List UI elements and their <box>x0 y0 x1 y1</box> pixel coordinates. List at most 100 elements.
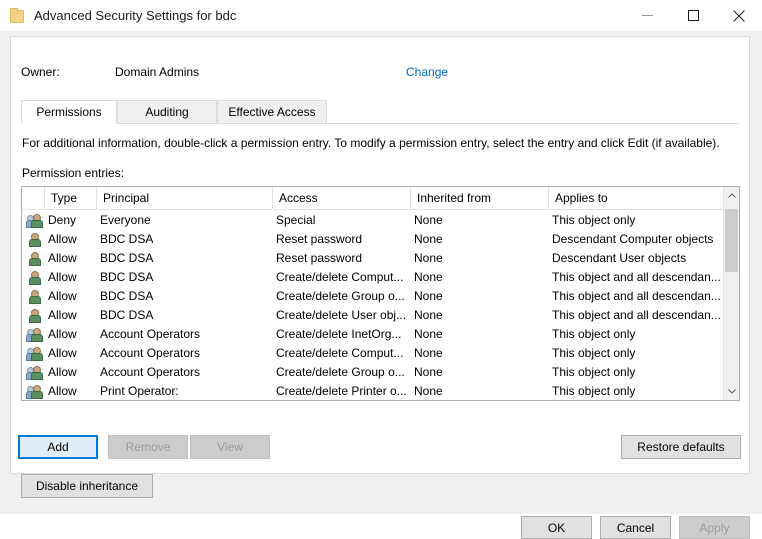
view-button: View <box>190 435 270 459</box>
scroll-up-icon[interactable] <box>724 187 739 204</box>
close-icon[interactable] <box>716 0 762 31</box>
user-icon <box>24 305 44 324</box>
column-header-access[interactable]: Access <box>272 187 410 209</box>
column-header-applies-to[interactable]: Applies to <box>548 187 728 209</box>
user-icon <box>24 267 44 286</box>
cancel-button[interactable]: Cancel <box>600 516 671 539</box>
window-controls <box>624 0 762 31</box>
cell-principal: BDC DSA <box>96 305 272 324</box>
cell-access: Create/delete Printer o... <box>272 381 410 400</box>
title-bar: Advanced Security Settings for bdc <box>0 0 762 31</box>
owner-label: Owner: <box>21 65 60 79</box>
cell-type: Allow <box>44 305 96 324</box>
change-owner-link[interactable]: Change <box>406 65 448 79</box>
list-rows: DenyEveryoneSpecialNoneThis object onlyA… <box>22 210 739 401</box>
cell-applies-to: This object only <box>548 362 728 381</box>
cell-type: Deny <box>44 210 96 229</box>
cell-applies-to: This object and all descendan... <box>548 305 728 324</box>
permission-entries-list[interactable]: Type Principal Access Inherited from App… <box>21 186 740 401</box>
add-button[interactable]: Add <box>18 435 98 459</box>
cell-access: Special <box>272 210 410 229</box>
ok-button[interactable]: OK <box>521 516 592 539</box>
scroll-down-icon[interactable] <box>724 383 739 400</box>
cell-applies-to: Descendant User objects <box>548 248 728 267</box>
user-icon <box>24 286 44 305</box>
tab-auditing[interactable]: Auditing <box>117 100 217 124</box>
maximize-icon[interactable] <box>670 0 716 31</box>
cell-inherited-from: None <box>410 267 548 286</box>
cell-applies-to: This object only <box>548 324 728 343</box>
cell-type: Allow <box>44 362 96 381</box>
cell-access: Create/delete Group o... <box>272 286 410 305</box>
user-icon <box>24 248 44 267</box>
list-header-row: Type Principal Access Inherited from App… <box>22 187 739 210</box>
cell-access: Reset password <box>272 229 410 248</box>
cell-access: Create/delete Comput... <box>272 343 410 362</box>
disable-inheritance-button[interactable]: Disable inheritance <box>21 474 153 498</box>
minimize-icon[interactable] <box>624 0 670 31</box>
table-row[interactable]: AllowBDC DSAReset passwordNoneDescendant… <box>22 229 739 248</box>
cell-applies-to: This object and all descendan... <box>548 286 728 305</box>
tab-effective-access-label: Effective Access <box>228 105 315 119</box>
column-header-inherited-from[interactable]: Inherited from <box>410 187 548 209</box>
cell-type: Allow <box>44 267 96 286</box>
list-scrollbar[interactable] <box>723 187 739 400</box>
permission-entries-label: Permission entries: <box>22 166 124 180</box>
column-header-type[interactable]: Type <box>44 187 96 209</box>
table-row[interactable]: AllowAccount OperatorsCreate/delete Grou… <box>22 362 739 381</box>
cell-principal: BDC DSA <box>96 229 272 248</box>
cell-inherited-from: None <box>410 229 548 248</box>
cell-applies-to: Descendant Computer objects <box>548 229 728 248</box>
cell-principal: BDC DSA <box>96 248 272 267</box>
cell-inherited-from: None <box>410 248 548 267</box>
cell-access: Create/delete User obj... <box>272 305 410 324</box>
tab-permissions-label: Permissions <box>36 105 101 119</box>
cell-principal: BDC DSA <box>96 267 272 286</box>
user-icon <box>24 229 44 248</box>
folder-icon <box>9 8 25 24</box>
cell-access: Reset password <box>272 248 410 267</box>
cell-type: Allow <box>44 229 96 248</box>
info-text: For additional information, double-click… <box>22 136 720 150</box>
cell-principal: BDC DSA <box>96 286 272 305</box>
cell-type: Allow <box>44 286 96 305</box>
cell-principal: Account Operators <box>96 343 272 362</box>
group-icon <box>24 381 44 400</box>
cell-principal: Print Operator: <box>96 381 272 400</box>
apply-button: Apply <box>679 516 750 539</box>
cell-inherited-from: None <box>410 305 548 324</box>
cell-applies-to: This object and all descendan... <box>548 267 728 286</box>
cell-type: Allow <box>44 381 96 400</box>
cell-principal: Account Operators <box>96 362 272 381</box>
table-row[interactable]: AllowBDC DSACreate/delete User obj...Non… <box>22 305 739 324</box>
table-row[interactable]: AllowBDC DSACreate/delete Comput...NoneT… <box>22 267 739 286</box>
scrollbar-thumb[interactable] <box>725 209 738 272</box>
cell-applies-to: This object only <box>548 381 728 400</box>
cell-type: Allow <box>44 343 96 362</box>
column-header-principal[interactable]: Principal <box>96 187 272 209</box>
table-row[interactable]: AllowAccount OperatorsCreate/delete Comp… <box>22 343 739 362</box>
group-icon <box>24 343 44 362</box>
cell-principal: Everyone <box>96 210 272 229</box>
restore-defaults-button[interactable]: Restore defaults <box>621 435 741 459</box>
cell-principal: Account Operators <box>96 324 272 343</box>
remove-button: Remove <box>108 435 188 459</box>
table-row[interactable]: AllowBDC DSAReset passwordNoneDescendant… <box>22 248 739 267</box>
tab-permissions[interactable]: Permissions <box>21 100 117 124</box>
group-icon <box>24 210 44 229</box>
cell-access: Create/delete Group o... <box>272 362 410 381</box>
group-icon <box>24 324 44 343</box>
table-row[interactable]: AllowPrint Operator:Create/delete Printe… <box>22 381 739 400</box>
cell-inherited-from: None <box>410 362 548 381</box>
cell-inherited-from: None <box>410 381 548 400</box>
tab-effective-access[interactable]: Effective Access <box>217 100 327 124</box>
tab-strip: Permissions Auditing Effective Access <box>21 100 739 124</box>
table-row[interactable]: AllowAccount OperatorsCreate/delete Inet… <box>22 324 739 343</box>
owner-value: Domain Admins <box>115 65 199 79</box>
table-row[interactable]: DenyEveryoneSpecialNoneThis object only <box>22 210 739 229</box>
dialog-body: Owner: Domain Admins Change Permissions … <box>0 31 762 514</box>
content-panel: Owner: Domain Admins Change Permissions … <box>10 36 750 474</box>
table-row[interactable]: AllowBDC DSACreate/delete Group o...None… <box>22 286 739 305</box>
cell-applies-to: This object only <box>548 343 728 362</box>
cell-inherited-from: None <box>410 343 548 362</box>
